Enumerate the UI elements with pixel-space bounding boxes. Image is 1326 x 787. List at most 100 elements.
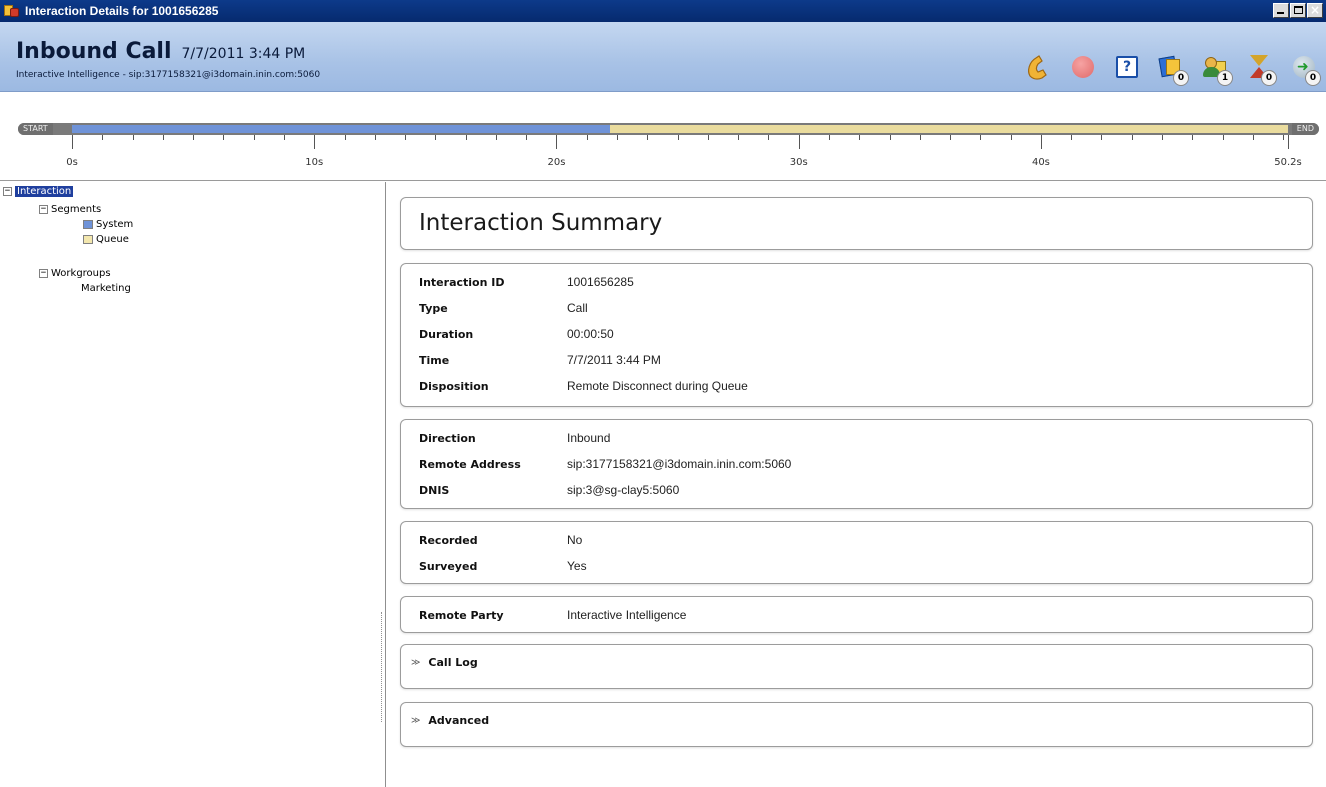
- detail-value: Yes: [567, 559, 587, 573]
- collapse-icon[interactable]: −: [39, 269, 48, 278]
- timeline-minor-tick: [162, 135, 164, 140]
- detail-value: 00:00:50: [567, 327, 614, 341]
- close-button[interactable]: ×: [1307, 3, 1323, 18]
- tree-node-interaction-label: Interaction: [15, 186, 74, 197]
- timeline-minor-tick: [1252, 135, 1254, 140]
- detail-value: Inbound: [567, 431, 611, 445]
- users-button[interactable]: 1: [1200, 50, 1233, 86]
- timeline-end-label: END: [1291, 123, 1319, 135]
- record-icon: [1072, 56, 1094, 78]
- timeline-tick-label: 40s: [1031, 157, 1050, 168]
- detail-row: Interaction ID 1001656285: [419, 272, 634, 292]
- timeline-minor-tick: [1162, 135, 1164, 140]
- interaction-datetime: 7/7/2011 3:44 PM: [181, 46, 306, 62]
- window-controls: ×: [1273, 3, 1323, 18]
- interaction-subtitle: Interactive Intelligence - sip:317715832…: [16, 70, 321, 80]
- timeline-minor-tick: [677, 135, 679, 140]
- interaction-details-icon: [4, 3, 20, 19]
- detail-value: 7/7/2011 3:44 PM: [567, 353, 661, 367]
- flags-card: Recorded No Surveyed Yes: [400, 521, 1313, 584]
- interaction-summary-panel: Interaction Summary Interaction ID 100165…: [387, 182, 1326, 787]
- minimize-button[interactable]: [1273, 3, 1289, 18]
- maximize-button[interactable]: [1290, 3, 1306, 18]
- tree-node-workgroups[interactable]: − Workgroups: [39, 268, 111, 279]
- transfer-count-badge: 0: [1305, 70, 1321, 86]
- window-titlebar: Interaction Details for 1001656285 ×: [0, 0, 1326, 22]
- close-icon: ×: [1309, 3, 1321, 17]
- users-count-badge: 1: [1217, 70, 1233, 86]
- advanced-card: ≫ Advanced: [400, 702, 1313, 747]
- interaction-tree: − Interaction − Segments System Queue − …: [0, 182, 386, 787]
- detail-row: Surveyed Yes: [419, 556, 587, 576]
- expand-chevron-icon: ≫: [411, 715, 421, 726]
- tree-node-segments-label: Segments: [51, 204, 102, 215]
- detail-label: Remote Address: [419, 457, 521, 471]
- help-check-button[interactable]: ?: [1112, 50, 1142, 84]
- timeline-minor-tick: [1192, 135, 1194, 140]
- timeline-tick-label: 0s: [66, 157, 78, 168]
- timeline-minor-tick: [102, 135, 104, 140]
- card-button[interactable]: 0: [1156, 50, 1189, 86]
- call-log-expander[interactable]: ≫ Call Log: [411, 656, 478, 669]
- detail-value: Remote Disconnect during Queue: [567, 379, 748, 393]
- call-log-card: ≫ Call Log: [400, 644, 1313, 689]
- timeline-minor-tick: [193, 135, 195, 140]
- timeline-minor-tick: [1222, 135, 1224, 140]
- help-check-icon: ?: [1116, 56, 1138, 78]
- timeline-start-label: START: [18, 123, 53, 135]
- timeline-minor-tick: [344, 135, 346, 140]
- transfer-button[interactable]: ➜ 0: [1288, 50, 1321, 86]
- timeline-tick-label: 10s: [305, 157, 324, 168]
- timeline-minor-tick: [647, 135, 649, 140]
- detail-row: Type Call: [419, 298, 588, 318]
- detail-label: Remote Party: [419, 608, 504, 622]
- timeline-ruler: 0s 10s 20s 30s 40s 50.2s: [0, 135, 1326, 179]
- detail-label: Duration: [419, 327, 474, 341]
- summary-title: Interaction Summary: [419, 210, 663, 236]
- tree-node-interaction[interactable]: − Interaction: [3, 186, 74, 197]
- timeline-minor-tick: [1283, 135, 1285, 140]
- timeline-major-tick: [1288, 135, 1289, 149]
- tree-node-system[interactable]: System: [83, 219, 133, 230]
- system-swatch-icon: [83, 220, 93, 229]
- tree-node-queue[interactable]: Queue: [83, 234, 129, 245]
- tree-node-marketing[interactable]: Marketing: [81, 283, 131, 294]
- expand-chevron-icon: ≫: [411, 657, 421, 668]
- hourglass-button[interactable]: 0: [1244, 50, 1277, 86]
- timeline-minor-tick: [1010, 135, 1012, 140]
- timeline-tick-label: 30s: [789, 157, 808, 168]
- card-count-badge: 0: [1173, 70, 1189, 86]
- timeline-minor-tick: [859, 135, 861, 140]
- timeline-minor-tick: [1131, 135, 1133, 140]
- detail-value: 1001656285: [567, 275, 634, 289]
- timeline-minor-tick: [223, 135, 225, 140]
- timeline-minor-tick: [586, 135, 588, 140]
- timeline-major-tick: [798, 135, 800, 149]
- collapse-icon[interactable]: −: [3, 187, 12, 196]
- detail-row: Remote Address sip:3177158321@i3domain.in…: [419, 454, 791, 474]
- interaction-timeline: START END 0s 10s 20s 30s 40s 50.2s: [0, 93, 1326, 181]
- detail-label: Surveyed: [419, 559, 478, 573]
- detail-row: Disposition Remote Disconnect during Queu…: [419, 376, 748, 396]
- tree-node-marketing-label: Marketing: [81, 283, 131, 294]
- advanced-expander[interactable]: ≫ Advanced: [411, 714, 489, 727]
- timeline-segment-queue[interactable]: [609, 125, 1288, 133]
- tree-node-segments[interactable]: − Segments: [39, 204, 101, 215]
- timeline-minor-tick: [374, 135, 376, 140]
- timeline-major-tick: [314, 135, 316, 149]
- timeline-minor-tick: [738, 135, 740, 140]
- timeline-minor-tick: [465, 135, 467, 140]
- tree-node-system-label: System: [96, 219, 134, 230]
- detail-label: Time: [419, 353, 450, 367]
- timeline-segment-system[interactable]: [72, 125, 610, 133]
- record-button[interactable]: [1068, 50, 1098, 84]
- timeline-minor-tick: [405, 135, 407, 140]
- detail-row: Remote Party Interactive Intelligence: [419, 605, 686, 625]
- collapse-icon[interactable]: −: [39, 205, 48, 214]
- phone-button[interactable]: [1024, 50, 1054, 84]
- interaction-header: Inbound Call 7/7/2011 3:44 PM Interactiv…: [0, 22, 1326, 92]
- timeline-tick-label: 20s: [547, 157, 566, 168]
- timeline-minor-tick: [495, 135, 497, 140]
- splitter-handle[interactable]: [381, 612, 384, 722]
- maximize-icon: [1294, 6, 1303, 14]
